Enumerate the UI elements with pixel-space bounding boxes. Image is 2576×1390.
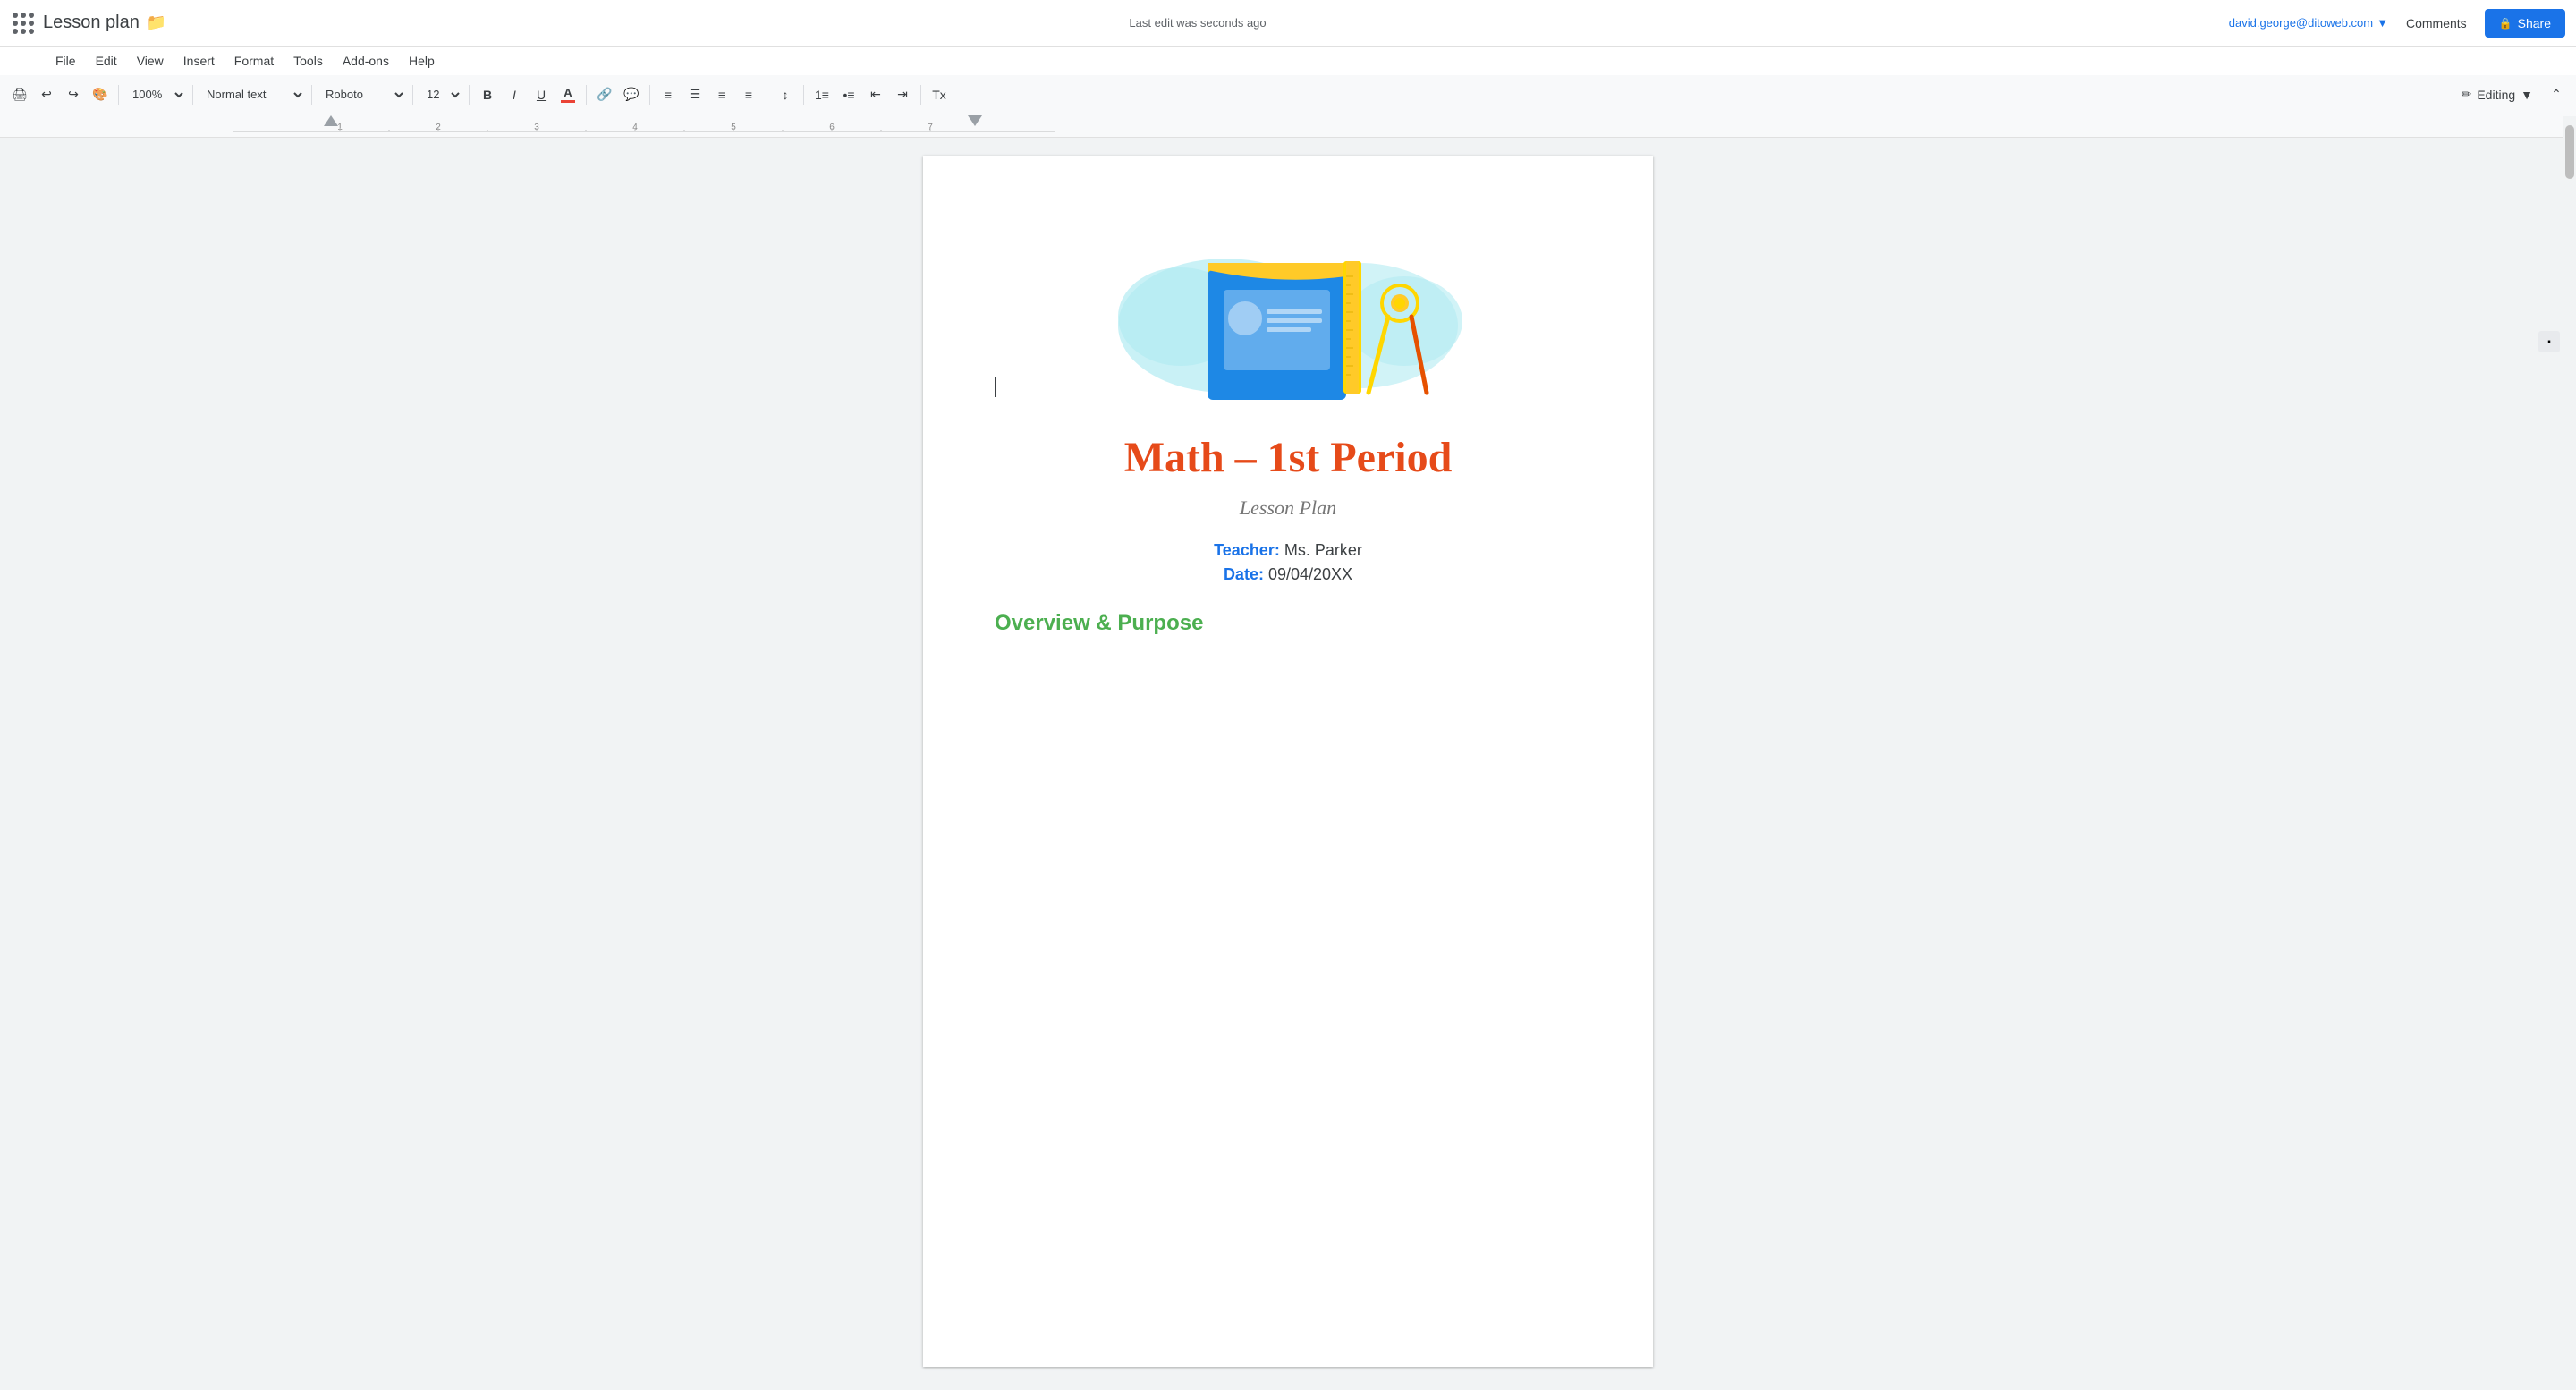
ruler: 1 2 3 4 5 6 7 <box>0 114 2576 138</box>
inline-comment-icon[interactable]: ▪ <box>2538 331 2560 352</box>
menu-format[interactable]: Format <box>225 50 283 72</box>
toolbar-sep-9 <box>803 85 804 105</box>
date-line: Date: 09/04/20XX <box>995 565 1581 584</box>
menu-insert[interactable]: Insert <box>174 50 224 72</box>
doc-subtitle: Lesson Plan <box>995 496 1581 520</box>
comments-button[interactable]: Comments <box>2395 11 2478 36</box>
toolbar-sep-1 <box>118 85 119 105</box>
menu-bar: File Edit View Insert Format Tools Add-o… <box>0 47 2576 75</box>
section-overview: Overview & Purpose <box>995 611 1581 636</box>
menu-help[interactable]: Help <box>400 50 444 72</box>
menu-file[interactable]: File <box>47 50 85 72</box>
underline-button[interactable]: U <box>529 82 554 107</box>
increase-indent-button[interactable]: ⇥ <box>890 82 915 107</box>
teacher-line: Teacher: Ms. Parker <box>995 541 1581 560</box>
menu-tools[interactable]: Tools <box>284 50 332 72</box>
toolbar-sep-10 <box>920 85 921 105</box>
user-email: david.george@ditoweb.com <box>2229 16 2373 30</box>
text-cursor <box>995 377 996 397</box>
share-button[interactable]: 🔒 Share <box>2485 9 2565 38</box>
toolbar-sep-5 <box>469 85 470 105</box>
bulleted-list-button[interactable]: •≡ <box>836 82 861 107</box>
line-spacing-button[interactable]: ↕ <box>773 82 798 107</box>
lock-icon: 🔒 <box>2499 17 2512 30</box>
pencil-icon: ✏ <box>2462 87 2472 102</box>
top-bar: Lesson plan 📁 Last edit was seconds ago … <box>0 0 2576 47</box>
user-account[interactable]: david.george@ditoweb.com ▼ <box>2229 16 2388 30</box>
undo-button[interactable]: ↩ <box>34 82 59 107</box>
date-value: 09/04/20XX <box>1268 565 1352 583</box>
zoom-select[interactable]: 100% 75% 125% 150% <box>124 82 187 107</box>
editing-dropdown-arrow: ▼ <box>2521 88 2533 102</box>
document-area: Math – 1st Period Lesson Plan Teacher: M… <box>0 138 2576 1385</box>
align-justify-button[interactable]: ≡ <box>736 82 761 107</box>
teacher-value: Ms. Parker <box>1284 541 1362 559</box>
redo-button[interactable]: ↪ <box>61 82 86 107</box>
folder-icon[interactable]: 📁 <box>147 13 166 32</box>
user-dropdown-arrow[interactable]: ▼ <box>2377 16 2388 30</box>
teacher-label: Teacher: <box>1214 541 1280 559</box>
text-color-bar <box>561 100 575 103</box>
style-select[interactable]: Normal text Heading 1 Heading 2 Title <box>199 82 306 107</box>
toolbar: 🖨 ↩ ↪ 🎨 100% 75% 125% 150% Normal text H… <box>0 75 2576 114</box>
comment-button[interactable]: 💬 <box>619 82 644 107</box>
text-color-letter: A <box>564 86 572 99</box>
header-illustration <box>995 209 1581 406</box>
align-right-button[interactable]: ≡ <box>709 82 734 107</box>
bold-button[interactable]: B <box>475 82 500 107</box>
math-illustration <box>1100 209 1476 406</box>
menu-edit[interactable]: Edit <box>87 50 126 72</box>
last-edit-status: Last edit was seconds ago <box>1129 16 1266 30</box>
italic-button[interactable]: I <box>502 82 527 107</box>
apps-menu-icon[interactable] <box>11 11 36 36</box>
clear-formatting-button[interactable]: Tx <box>927 82 952 107</box>
share-label: Share <box>2518 16 2551 30</box>
align-left-button[interactable]: ≡ <box>656 82 681 107</box>
print-button[interactable]: 🖨 <box>7 82 32 107</box>
toolbar-sep-7 <box>649 85 650 105</box>
scroll-thumb[interactable] <box>2565 125 2574 179</box>
document-page[interactable]: Math – 1st Period Lesson Plan Teacher: M… <box>923 156 1653 1367</box>
ruler-svg: 1 2 3 4 5 6 7 <box>233 114 1055 137</box>
toolbar-sep-3 <box>311 85 312 105</box>
numbered-list-button[interactable]: 1≡ <box>809 82 835 107</box>
paint-format-button[interactable]: 🎨 <box>88 82 113 107</box>
menu-addons[interactable]: Add-ons <box>334 50 398 72</box>
date-label: Date: <box>1224 565 1264 583</box>
editing-label: Editing <box>2477 88 2515 102</box>
collapse-toolbar-button[interactable]: ⌃ <box>2544 82 2569 107</box>
font-size-select[interactable]: 12 10 14 18 24 <box>419 82 463 107</box>
toolbar-sep-6 <box>586 85 587 105</box>
font-select[interactable]: Roboto Arial Times New Roman <box>318 82 407 107</box>
toolbar-sep-4 <box>412 85 413 105</box>
comment-icon: ▪ <box>2547 337 2551 347</box>
doc-title[interactable]: Lesson plan <box>43 13 140 33</box>
doc-meta: Teacher: Ms. Parker Date: 09/04/20XX <box>995 541 1581 584</box>
align-center-button[interactable]: ☰ <box>682 82 708 107</box>
link-button[interactable]: 🔗 <box>592 82 617 107</box>
decrease-indent-button[interactable]: ⇤ <box>863 82 888 107</box>
toolbar-sep-2 <box>192 85 193 105</box>
menu-view[interactable]: View <box>128 50 173 72</box>
text-color-button[interactable]: A <box>555 82 580 107</box>
editing-mode-button[interactable]: ✏ Editing ▼ <box>2453 83 2542 106</box>
doc-main-title: Math – 1st Period <box>995 433 1581 482</box>
scrollbar[interactable] <box>2563 116 2576 1390</box>
